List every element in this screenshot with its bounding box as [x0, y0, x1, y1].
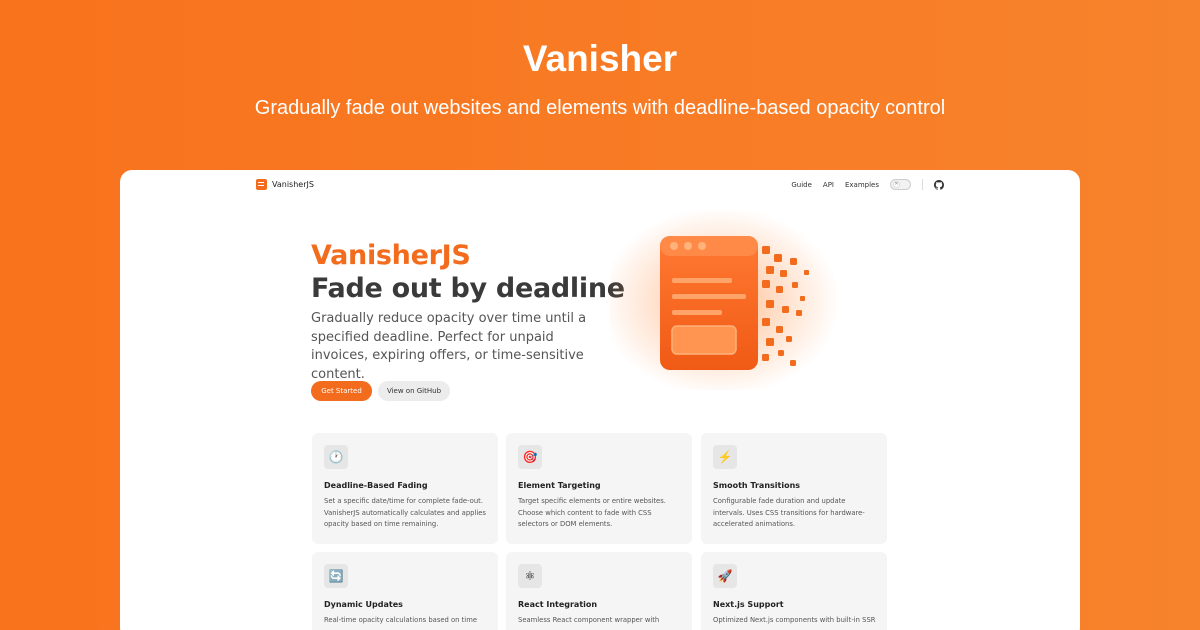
nav-divider — [922, 179, 923, 190]
react-icon: ⚛ — [518, 564, 542, 588]
view-on-github-button[interactable]: View on GitHub — [378, 381, 450, 401]
github-icon[interactable] — [934, 179, 944, 190]
feature-description: Configurable fade duration and update in… — [713, 497, 865, 528]
theme-toggle[interactable]: ✕ — [890, 179, 911, 190]
hero-illustration — [610, 210, 840, 390]
hero-title: Fade out by deadline — [311, 273, 625, 304]
feature-title: React Integration — [518, 600, 598, 609]
feature-title: Next.js Support — [713, 600, 784, 609]
top-nav: VanisherJS Guide API Examples ✕ — [120, 170, 1080, 200]
feature-title: Smooth Transitions — [713, 481, 801, 490]
refresh-icon: 🔄 — [324, 564, 348, 588]
feature-description: Optimized Next.js components with built-… — [713, 616, 876, 624]
nav-link-examples[interactable]: Examples — [845, 181, 879, 189]
logo-text: VanisherJS — [272, 180, 314, 189]
target-icon: 🎯 — [518, 445, 542, 469]
website-preview: VanisherJS Guide API Examples ✕ Vanisher… — [120, 170, 1080, 630]
feature-title: Dynamic Updates — [324, 600, 403, 609]
rocket-icon: 🚀 — [713, 564, 737, 588]
hero-description: Gradually reduce opacity over time until… — [311, 311, 587, 382]
toggle-knob-icon: ✕ — [893, 181, 900, 188]
feature-card: 🕐 Deadline-Based Fading Set a specific d… — [312, 433, 498, 544]
nav-links: Guide API Examples ✕ — [791, 179, 944, 190]
banner-subtitle: Gradually fade out websites and elements… — [254, 97, 946, 119]
feature-card: 🎯 Element Targeting Target specific elem… — [506, 433, 692, 544]
feature-card: 🚀 Next.js Support Optimized Next.js comp… — [701, 552, 887, 630]
feature-card: ⚡ Smooth Transitions Configurable fade d… — [701, 433, 887, 544]
get-started-button[interactable]: Get Started — [311, 381, 372, 401]
logo[interactable]: VanisherJS — [256, 179, 314, 190]
feature-description: Target specific elements or entire websi… — [518, 497, 666, 528]
clock-icon: 🕐 — [324, 445, 348, 469]
banner-title: Vanisher — [522, 38, 678, 79]
nav-link-api[interactable]: API — [823, 181, 834, 189]
feature-title: Element Targeting — [518, 481, 601, 490]
feature-description: Real-time opacity calculations based on … — [324, 616, 478, 624]
lightning-icon: ⚡ — [713, 445, 737, 469]
feature-description: Set a specific date/time for complete fa… — [324, 497, 486, 528]
feature-title: Deadline-Based Fading — [324, 481, 428, 490]
feature-description: Seamless React component wrapper with — [518, 616, 660, 624]
logo-icon — [256, 179, 267, 190]
nav-link-guide[interactable]: Guide — [791, 181, 812, 189]
feature-card: ⚛ React Integration Seamless React compo… — [506, 552, 692, 630]
feature-card: 🔄 Dynamic Updates Real-time opacity calc… — [312, 552, 498, 630]
hero-brand: VanisherJS — [311, 240, 471, 271]
